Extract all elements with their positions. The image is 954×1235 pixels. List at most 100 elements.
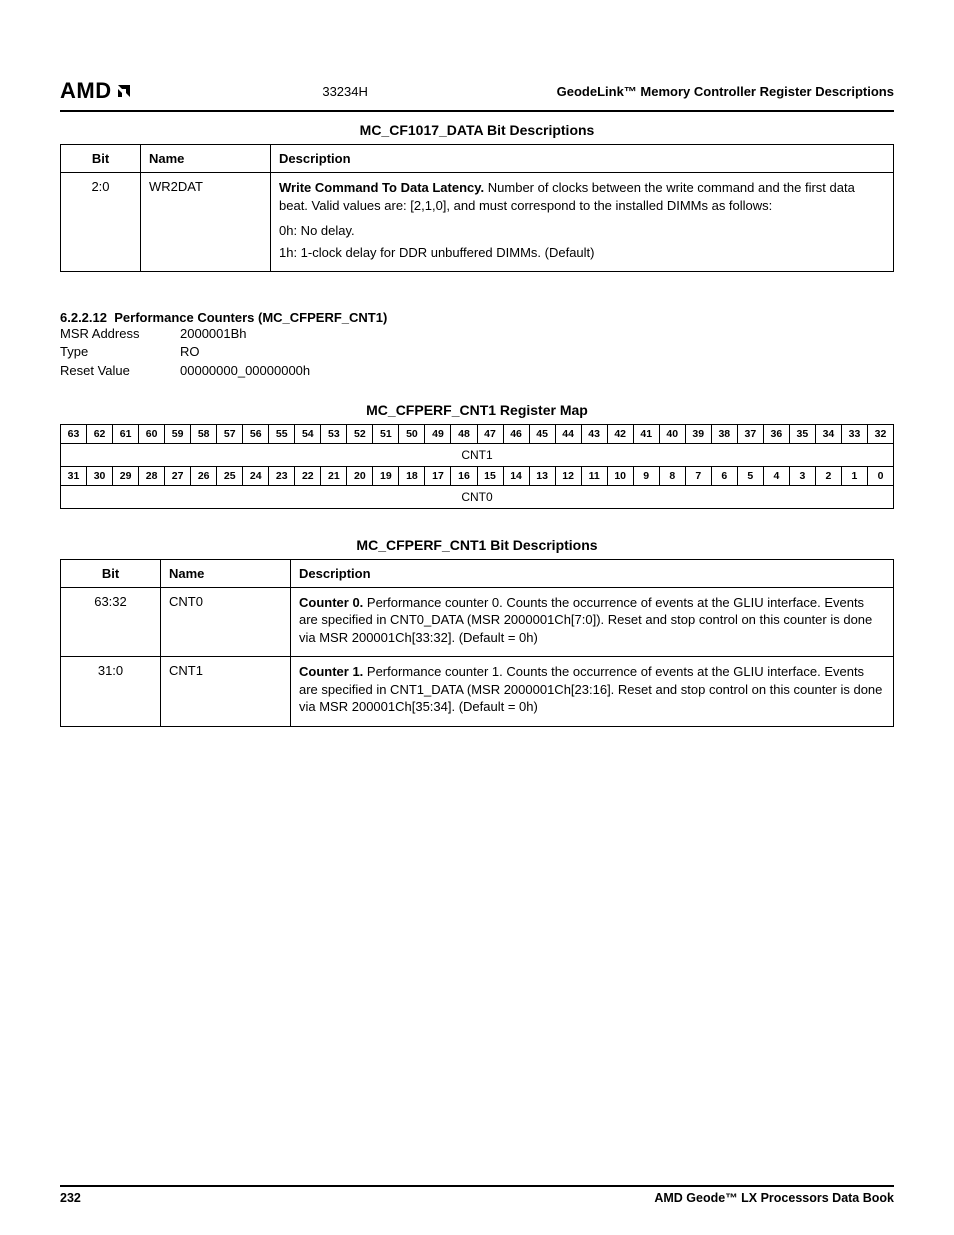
bit-cell: 0 xyxy=(867,466,893,485)
table-row: 63:32 CNT0 Counter 0. Performance counte… xyxy=(61,587,894,657)
bit-cell: 7 xyxy=(685,466,711,485)
bit-cell: 36 xyxy=(763,424,789,443)
cell-bit: 63:32 xyxy=(61,587,161,657)
bit-cell: 19 xyxy=(373,466,399,485)
regmap-span-row: CNT1 xyxy=(61,443,894,466)
bit-cell: 25 xyxy=(217,466,243,485)
bit-cell: 5 xyxy=(737,466,763,485)
bit-cell: 63 xyxy=(61,424,87,443)
logo-text: AMD xyxy=(60,78,112,104)
bit-cell: 49 xyxy=(425,424,451,443)
doc-number: 33234H xyxy=(322,84,368,99)
register-map-table: 6362616059585756555453525150494847464544… xyxy=(60,424,894,509)
page-footer: 232 AMD Geode™ LX Processors Data Book xyxy=(60,1185,894,1205)
bit-cell: 2 xyxy=(815,466,841,485)
regmap-span-row: CNT0 xyxy=(61,485,894,508)
table1-title: MC_CF1017_DATA Bit Descriptions xyxy=(60,122,894,138)
cell-desc: Write Command To Data Latency. Number of… xyxy=(271,173,894,272)
bit-cell: 61 xyxy=(113,424,139,443)
bit-cell: 14 xyxy=(503,466,529,485)
bit-cell: 39 xyxy=(685,424,711,443)
desc-line: 1h: 1-clock delay for DDR unbuffered DIM… xyxy=(279,244,885,262)
kv-row: TypeRO xyxy=(60,343,894,361)
table-header-row: Bit Name Description xyxy=(61,145,894,173)
bit-cell: 31 xyxy=(61,466,87,485)
col-bit: Bit xyxy=(61,145,141,173)
bit-cell: 60 xyxy=(139,424,165,443)
bit-cell: 53 xyxy=(321,424,347,443)
bit-cell: 13 xyxy=(529,466,555,485)
book-title: AMD Geode™ LX Processors Data Book xyxy=(654,1191,894,1205)
bit-cell: 38 xyxy=(711,424,737,443)
kv-row: Reset Value00000000_00000000h xyxy=(60,362,894,380)
bit-cell: 37 xyxy=(737,424,763,443)
bit-cell: 20 xyxy=(347,466,373,485)
bit-cell: 43 xyxy=(581,424,607,443)
cell-bit: 2:0 xyxy=(61,173,141,272)
bit-cell: 32 xyxy=(867,424,893,443)
bit-cell: 22 xyxy=(295,466,321,485)
bit-cell: 11 xyxy=(581,466,607,485)
bit-cell: 52 xyxy=(347,424,373,443)
col-name: Name xyxy=(161,559,291,587)
bit-cell: 8 xyxy=(659,466,685,485)
amd-arrow-icon xyxy=(114,81,134,101)
table-header-row: Bit Name Description xyxy=(61,559,894,587)
bit-desc-table-1: Bit Name Description 2:0 WR2DAT Write Co… xyxy=(60,144,894,272)
bit-cell: 50 xyxy=(399,424,425,443)
bit-cell: 58 xyxy=(191,424,217,443)
bit-cell: 33 xyxy=(841,424,867,443)
cell-desc: Counter 1. Performance counter 1. Counts… xyxy=(291,657,894,727)
bit-cell: 45 xyxy=(529,424,555,443)
table2-title: MC_CFPERF_CNT1 Bit Descriptions xyxy=(60,537,894,553)
bit-cell: 44 xyxy=(555,424,581,443)
bit-cell: 28 xyxy=(139,466,165,485)
bit-cell: 47 xyxy=(477,424,503,443)
bit-cell: 59 xyxy=(165,424,191,443)
bit-cell: 62 xyxy=(87,424,113,443)
cell-name: CNT1 xyxy=(161,657,291,727)
bit-cell: 15 xyxy=(477,466,503,485)
bit-cell: 29 xyxy=(113,466,139,485)
bit-cell: 16 xyxy=(451,466,477,485)
desc-line: 0h: No delay. xyxy=(279,222,885,240)
subsection-heading: 6.2.2.12 Performance Counters (MC_CFPERF… xyxy=(60,310,894,325)
bit-cell: 27 xyxy=(165,466,191,485)
bit-cell: 34 xyxy=(815,424,841,443)
cell-name: CNT0 xyxy=(161,587,291,657)
bit-cell: 41 xyxy=(633,424,659,443)
table-row: 2:0 WR2DAT Write Command To Data Latency… xyxy=(61,173,894,272)
col-bit: Bit xyxy=(61,559,161,587)
col-desc: Description xyxy=(291,559,894,587)
col-name: Name xyxy=(141,145,271,173)
regmap-bits-row: 3130292827262524232221201918171615141312… xyxy=(61,466,894,485)
bit-cell: 3 xyxy=(789,466,815,485)
cell-name: WR2DAT xyxy=(141,173,271,272)
bit-cell: 24 xyxy=(243,466,269,485)
cell-bit: 31:0 xyxy=(61,657,161,727)
bit-cell: 42 xyxy=(607,424,633,443)
cell-desc: Counter 0. Performance counter 0. Counts… xyxy=(291,587,894,657)
bit-cell: 54 xyxy=(295,424,321,443)
amd-logo: AMD xyxy=(60,78,134,104)
kv-row: MSR Address2000001Bh xyxy=(60,325,894,343)
regmap-title: MC_CFPERF_CNT1 Register Map xyxy=(60,402,894,418)
bit-cell: 4 xyxy=(763,466,789,485)
bit-cell: 48 xyxy=(451,424,477,443)
table-row: 31:0 CNT1 Counter 1. Performance counter… xyxy=(61,657,894,727)
bit-cell: 1 xyxy=(841,466,867,485)
bit-cell: 6 xyxy=(711,466,737,485)
bit-cell: 40 xyxy=(659,424,685,443)
bit-cell: 9 xyxy=(633,466,659,485)
bit-cell: 51 xyxy=(373,424,399,443)
col-desc: Description xyxy=(271,145,894,173)
bit-cell: 23 xyxy=(269,466,295,485)
page-number: 232 xyxy=(60,1191,81,1205)
desc-line: Write Command To Data Latency. Number of… xyxy=(279,179,885,214)
bit-cell: 46 xyxy=(503,424,529,443)
bit-cell: 26 xyxy=(191,466,217,485)
bit-cell: 57 xyxy=(217,424,243,443)
header-title: GeodeLink™ Memory Controller Register De… xyxy=(557,84,894,99)
bit-cell: 30 xyxy=(87,466,113,485)
bit-cell: 35 xyxy=(789,424,815,443)
